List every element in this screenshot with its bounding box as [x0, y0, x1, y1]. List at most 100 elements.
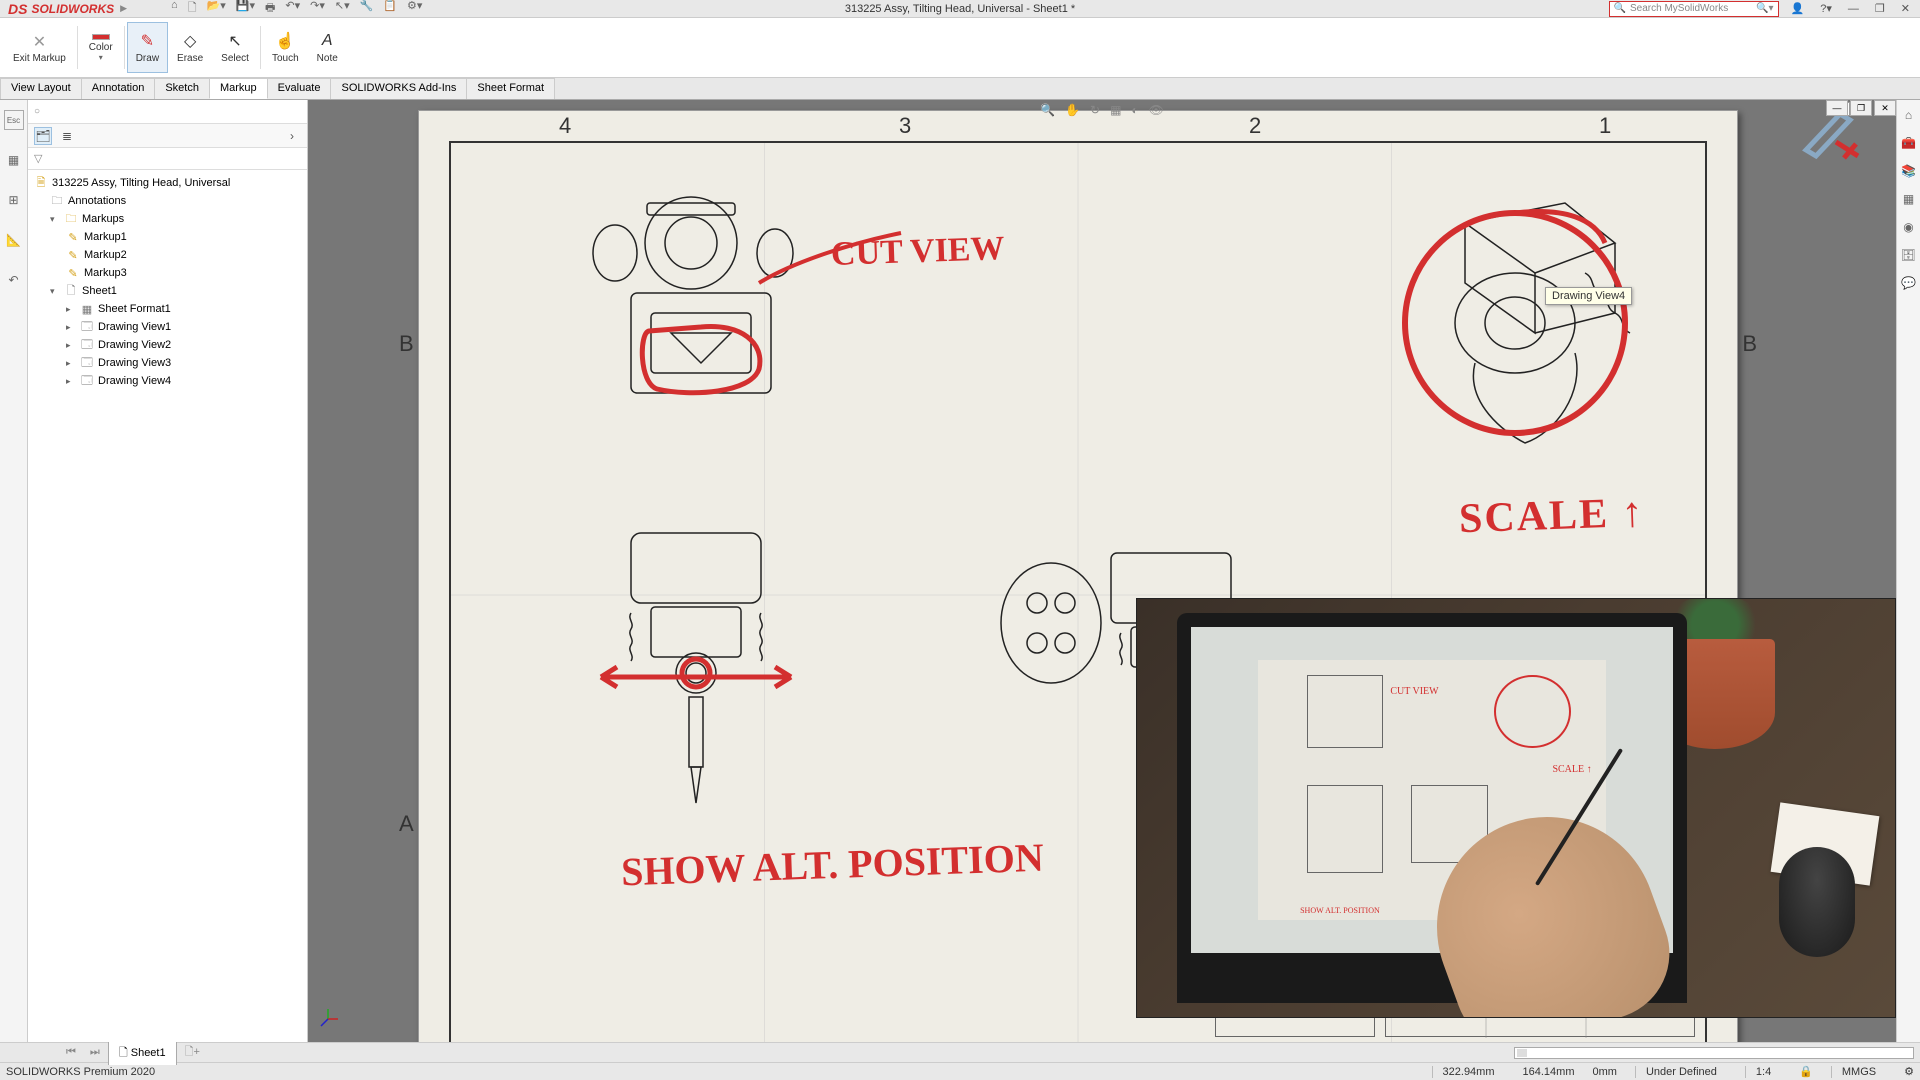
- tree-drawing-view2[interactable]: ▸ 🗔 Drawing View2: [28, 336, 307, 354]
- appearances-icon[interactable]: ◉: [1900, 218, 1918, 236]
- tab-view-layout[interactable]: View Layout: [0, 78, 82, 99]
- home-pane-icon[interactable]: ⌂: [1900, 106, 1918, 124]
- status-product: SOLIDWORKS Premium 2020: [6, 1066, 1432, 1078]
- help-icon[interactable]: ?▾: [1816, 2, 1836, 15]
- undo-side-icon[interactable]: ↶: [4, 270, 24, 290]
- open-icon[interactable]: 📂▾: [207, 0, 226, 18]
- status-gear-icon[interactable]: ⚙: [1904, 1065, 1914, 1078]
- redo-icon[interactable]: ↷▾: [310, 0, 325, 18]
- drawing-canvas[interactable]: 🔍 ✋ ↻ ▦ ◐ 👁 ❐ — — ❐ ✕ 4 3 2: [308, 100, 1896, 1042]
- custom-props-icon[interactable]: 🗄: [1900, 246, 1918, 264]
- rotate-icon[interactable]: ↻: [1090, 103, 1100, 117]
- ribbon-select[interactable]: ↖ Select: [212, 22, 258, 73]
- forum-icon[interactable]: 💬: [1900, 274, 1918, 292]
- resources-icon[interactable]: 🧰: [1900, 134, 1918, 152]
- minimize-button[interactable]: —: [1844, 3, 1863, 15]
- doc-max-button[interactable]: ❐: [1850, 100, 1872, 116]
- tab-addins[interactable]: SOLIDWORKS Add-Ins: [330, 78, 467, 99]
- sheet-tab-sheet1[interactable]: 🗋 Sheet1: [108, 1041, 177, 1065]
- status-scale[interactable]: 1:4: [1745, 1066, 1781, 1078]
- tab-markup[interactable]: Markup: [209, 78, 268, 99]
- undo-icon[interactable]: ↶▾: [285, 0, 300, 18]
- add-sheet-icon[interactable]: 🗋+: [179, 1041, 206, 1064]
- tree-drawing-view1[interactable]: ▸ 🗔 Drawing View1: [28, 318, 307, 336]
- expand-icon[interactable]: ▸: [66, 322, 76, 333]
- tree-markups-group[interactable]: ▾ 🗀 Markups: [28, 210, 307, 228]
- settings-icon[interactable]: ⚙▾: [407, 0, 422, 18]
- status-lock-icon[interactable]: 🔒: [1799, 1065, 1813, 1078]
- tree-label: Sheet Format1: [98, 303, 171, 315]
- doc-close-button[interactable]: ✕: [1874, 100, 1896, 116]
- drawing-view4[interactable]: Drawing View4: [1385, 183, 1645, 463]
- heads-up-toolbar: 🔍 ✋ ↻ ▦ ◐ 👁: [1040, 100, 1164, 120]
- section-icon[interactable]: ▦: [1110, 103, 1121, 117]
- ribbon-touch[interactable]: ☝ Touch: [263, 22, 308, 73]
- doc-min-button[interactable]: —: [1826, 100, 1848, 116]
- tree-annotations[interactable]: 🗀 Annotations: [28, 192, 307, 210]
- select-icon[interactable]: ↖▾: [335, 0, 350, 18]
- tab-evaluate[interactable]: Evaluate: [267, 78, 332, 99]
- drawing-view1[interactable]: [591, 183, 811, 423]
- tree-sheet-format1[interactable]: ▸ ▦ Sheet Format1: [28, 300, 307, 318]
- zoom-icon[interactable]: 🔍: [1040, 103, 1055, 117]
- rebuild-icon[interactable]: 🔧: [360, 0, 374, 18]
- view-palette-icon[interactable]: ▦: [1900, 190, 1918, 208]
- collapse-icon[interactable]: ▾: [50, 214, 60, 225]
- horizontal-scrollbar[interactable]: [1514, 1047, 1914, 1059]
- expand-menu-icon[interactable]: ▶: [120, 3, 127, 14]
- expand-icon[interactable]: ▸: [66, 376, 76, 387]
- sheet-scroll-left-icon[interactable]: ⏮: [60, 1044, 82, 1061]
- property-tab-icon[interactable]: ≣: [58, 127, 76, 145]
- restore-button[interactable]: ❐: [1871, 2, 1889, 15]
- ribbon-color[interactable]: Color ▾: [80, 22, 122, 73]
- ribbon-erase[interactable]: ◇ Erase: [168, 22, 212, 73]
- user-icon[interactable]: 👤: [1787, 2, 1809, 15]
- expand-icon[interactable]: ▸: [66, 340, 76, 351]
- hide-show-icon[interactable]: 👁: [1149, 103, 1164, 117]
- display-icon[interactable]: ▦: [4, 150, 24, 170]
- note-icon: A: [317, 31, 337, 51]
- scroll-left-button[interactable]: [1517, 1049, 1527, 1057]
- search-placeholder: Search MySolidWorks: [1630, 3, 1728, 14]
- titlebar-left: DS SOLIDWORKS ▶ ⌂ 🗋 📂▾ 💾▾ 🖶 ↶▾ ↷▾ ↖▾ 🔧 📋…: [0, 0, 422, 18]
- save-icon[interactable]: 💾▾: [236, 0, 255, 18]
- tree-filter[interactable]: ▽: [28, 148, 307, 170]
- ribbon-label: Color: [89, 42, 113, 53]
- library-icon[interactable]: 📚: [1900, 162, 1918, 180]
- tree-drawing-view3[interactable]: ▸ 🗔 Drawing View3: [28, 354, 307, 372]
- expand-icon[interactable]: ▸: [66, 304, 76, 315]
- search-go-icon[interactable]: 🔍▾: [1756, 3, 1773, 14]
- expand-panel-icon[interactable]: ›: [283, 127, 301, 145]
- collapse-icon[interactable]: ▾: [50, 286, 60, 297]
- ribbon-note[interactable]: A Note: [308, 22, 347, 73]
- file-icon[interactable]: 📋: [383, 0, 397, 18]
- expand-icon[interactable]: ▸: [66, 358, 76, 369]
- measure-icon[interactable]: 📐: [4, 230, 24, 250]
- tree-markup2[interactable]: ✎ Markup2: [28, 246, 307, 264]
- ribbon-exit-markup[interactable]: ✕ Exit Markup: [4, 22, 75, 73]
- search-input[interactable]: 🔍 Search MySolidWorks 🔍▾: [1609, 1, 1779, 17]
- tree-root[interactable]: 🗎 313225 Assy, Tilting Head, Universal: [28, 174, 307, 192]
- pan-icon[interactable]: ✋: [1065, 103, 1080, 117]
- tab-sketch[interactable]: Sketch: [154, 78, 210, 99]
- tree-markup3[interactable]: ✎ Markup3: [28, 264, 307, 282]
- drawing-view2[interactable]: [581, 523, 821, 823]
- sheet-scroll-right-icon[interactable]: ⏭: [84, 1044, 106, 1061]
- tree-label: Drawing View4: [98, 375, 171, 387]
- status-units[interactable]: MMGS: [1831, 1066, 1886, 1078]
- feature-tree-tab-icon[interactable]: 🗂: [34, 127, 52, 145]
- assembly-icon[interactable]: ⊞: [4, 190, 24, 210]
- new-icon[interactable]: 🗋: [188, 0, 197, 18]
- tree-sheet1[interactable]: ▾ 🗋 Sheet1: [28, 282, 307, 300]
- tab-sheet-format[interactable]: Sheet Format: [466, 78, 555, 99]
- tree-label: Sheet1: [82, 285, 117, 297]
- tree-drawing-view4[interactable]: ▸ 🗔 Drawing View4: [28, 372, 307, 390]
- tab-annotation[interactable]: Annotation: [81, 78, 156, 99]
- print-icon[interactable]: 🖶: [265, 0, 275, 18]
- home-icon[interactable]: ⌂: [171, 0, 178, 18]
- tree-markup1[interactable]: ✎ Markup1: [28, 228, 307, 246]
- ribbon-draw[interactable]: ✎ Draw: [127, 22, 168, 73]
- close-button[interactable]: ✕: [1897, 2, 1914, 15]
- display-mode-icon[interactable]: ◐: [1131, 103, 1138, 117]
- esc-icon[interactable]: Esc: [4, 110, 24, 130]
